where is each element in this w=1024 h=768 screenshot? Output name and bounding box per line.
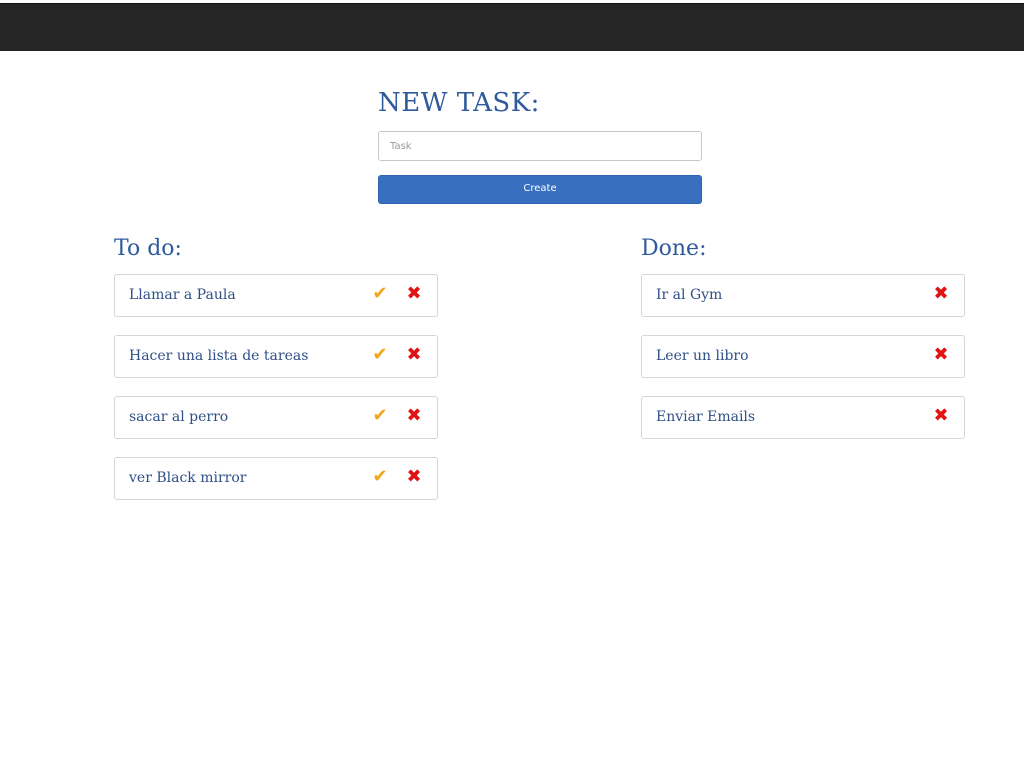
done-task-item: Leer un libro ✖ — [641, 335, 965, 378]
done-task-item: Enviar Emails ✖ — [641, 396, 965, 439]
done-task-item: Ir al Gym ✖ — [641, 274, 965, 317]
create-button[interactable]: Create — [378, 175, 702, 204]
close-icon[interactable]: ✖ — [930, 283, 952, 305]
task-label: sacar al perro — [129, 409, 229, 425]
task-label: Ir al Gym — [656, 287, 723, 303]
task-input[interactable] — [378, 131, 702, 161]
new-task-form: NEW TASK: Create — [378, 86, 702, 204]
todo-task-item: ver Black mirror ✔ ✖ — [114, 457, 438, 500]
check-icon[interactable]: ✔ — [369, 466, 391, 488]
close-icon[interactable]: ✖ — [930, 344, 952, 366]
task-label: Leer un libro — [656, 348, 749, 364]
new-task-heading: NEW TASK: — [378, 88, 540, 118]
todo-task-item: Hacer una lista de tareas ✔ ✖ — [114, 335, 438, 378]
check-icon[interactable]: ✔ — [369, 344, 391, 366]
close-icon[interactable]: ✖ — [930, 405, 952, 427]
check-icon[interactable]: ✔ — [369, 405, 391, 427]
task-label: ver Black mirror — [129, 470, 247, 486]
top-navbar — [0, 3, 1024, 51]
done-column: Done: Ir al Gym ✖ Leer un libro ✖ Enviar… — [641, 232, 965, 457]
close-icon[interactable]: ✖ — [403, 283, 425, 305]
todo-column: To do: Llamar a Paula ✔ ✖ Hacer una list… — [114, 232, 438, 518]
task-label: Hacer una lista de tareas — [129, 348, 309, 364]
task-label: Llamar a Paula — [129, 287, 236, 303]
close-icon[interactable]: ✖ — [403, 405, 425, 427]
task-label: Enviar Emails — [656, 409, 756, 425]
check-icon[interactable]: ✔ — [369, 283, 391, 305]
todo-task-item: sacar al perro ✔ ✖ — [114, 396, 438, 439]
todo-task-item: Llamar a Paula ✔ ✖ — [114, 274, 438, 317]
close-icon[interactable]: ✖ — [403, 466, 425, 488]
close-icon[interactable]: ✖ — [403, 344, 425, 366]
todo-heading: To do: — [114, 236, 182, 261]
done-heading: Done: — [641, 236, 707, 261]
